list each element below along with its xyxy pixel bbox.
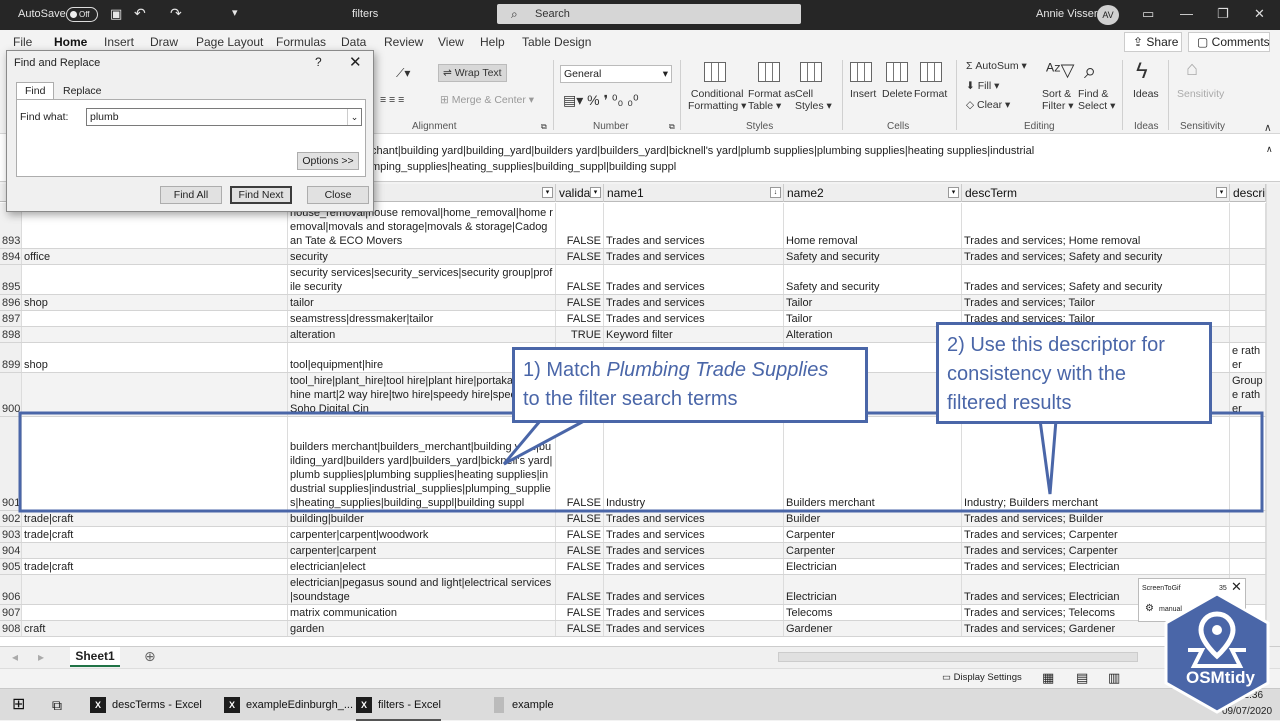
options-button[interactable]: Options >> xyxy=(297,152,359,170)
add-sheet-icon[interactable]: ⊕ xyxy=(144,648,156,665)
chevron-down-icon: ⌄ xyxy=(347,109,361,125)
screentogif-title: ScreenToGif xyxy=(1142,585,1181,592)
taskbar-item-example[interactable]: example xyxy=(494,689,554,721)
normal-view-icon[interactable]: ▦ xyxy=(1042,670,1054,686)
excel-icon: X xyxy=(224,697,240,714)
sheet-tabs-bar: ◂ ▸ Sheet1 ⊕ xyxy=(0,646,1280,668)
taskbar-item-descterms[interactable]: XdescTerms - Excel xyxy=(90,689,202,721)
close-button[interactable]: Close xyxy=(307,186,369,204)
tab-find[interactable]: Find xyxy=(16,82,55,100)
close-icon[interactable]: ✕ xyxy=(349,53,362,71)
display-settings[interactable]: ▭ Display Settings xyxy=(942,672,1022,683)
status-bar: ▭ Display Settings ▦ ▤ ▥ xyxy=(0,668,1280,688)
excel-icon: X xyxy=(90,697,106,714)
highlight-row-box xyxy=(18,411,1264,513)
next-sheet-icon[interactable]: ▸ xyxy=(38,650,44,664)
frame-count: 35 xyxy=(1219,585,1227,592)
horizontal-scrollbar[interactable] xyxy=(778,652,1138,662)
logo-text: OSMtidy xyxy=(1186,668,1255,687)
windows-start-icon[interactable]: ⊞ xyxy=(12,689,25,721)
taskbar: ⊞ ⧉ XdescTerms - Excel XexampleEdinburgh… xyxy=(0,688,1280,721)
task-view-icon[interactable]: ⧉ xyxy=(52,689,62,721)
find-what-label: Find what: xyxy=(20,111,69,123)
page-break-view-icon[interactable]: ▥ xyxy=(1108,670,1120,686)
gear-icon[interactable]: ⚙ xyxy=(1145,603,1154,614)
callout-2-pointer xyxy=(1038,418,1058,495)
dialog-title: Find and Replace xyxy=(14,57,101,69)
sheet-tab-sheet1[interactable]: Sheet1 xyxy=(70,647,120,667)
help-icon[interactable]: ? xyxy=(315,55,322,69)
find-replace-dialog: Find and Replace ? ✕ Find Replace Find w… xyxy=(6,50,374,212)
callout-2: 2) Use this descriptor for consistency wi… xyxy=(936,322,1212,424)
find-next-button[interactable]: Find Next xyxy=(230,186,292,204)
page-layout-view-icon[interactable]: ▤ xyxy=(1076,670,1088,686)
tab-replace[interactable]: Replace xyxy=(55,83,110,99)
taskbar-item-exampleedinburgh[interactable]: XexampleEdinburgh_... xyxy=(224,689,353,721)
taskbar-item-filters[interactable]: Xfilters - Excel xyxy=(356,689,441,721)
prev-sheet-icon[interactable]: ◂ xyxy=(12,650,18,664)
callout-1: 1) Match Plumbing Trade Supplies to the f… xyxy=(512,347,868,423)
monitor-icon: ▭ xyxy=(942,672,951,683)
find-all-button[interactable]: Find All xyxy=(160,186,222,204)
osmtidy-logo xyxy=(1164,592,1270,714)
app-icon xyxy=(494,697,504,714)
excel-icon: X xyxy=(356,697,372,714)
callout-1-pointer xyxy=(502,419,585,466)
find-what-input[interactable]: plumb ⌄ xyxy=(86,108,362,126)
